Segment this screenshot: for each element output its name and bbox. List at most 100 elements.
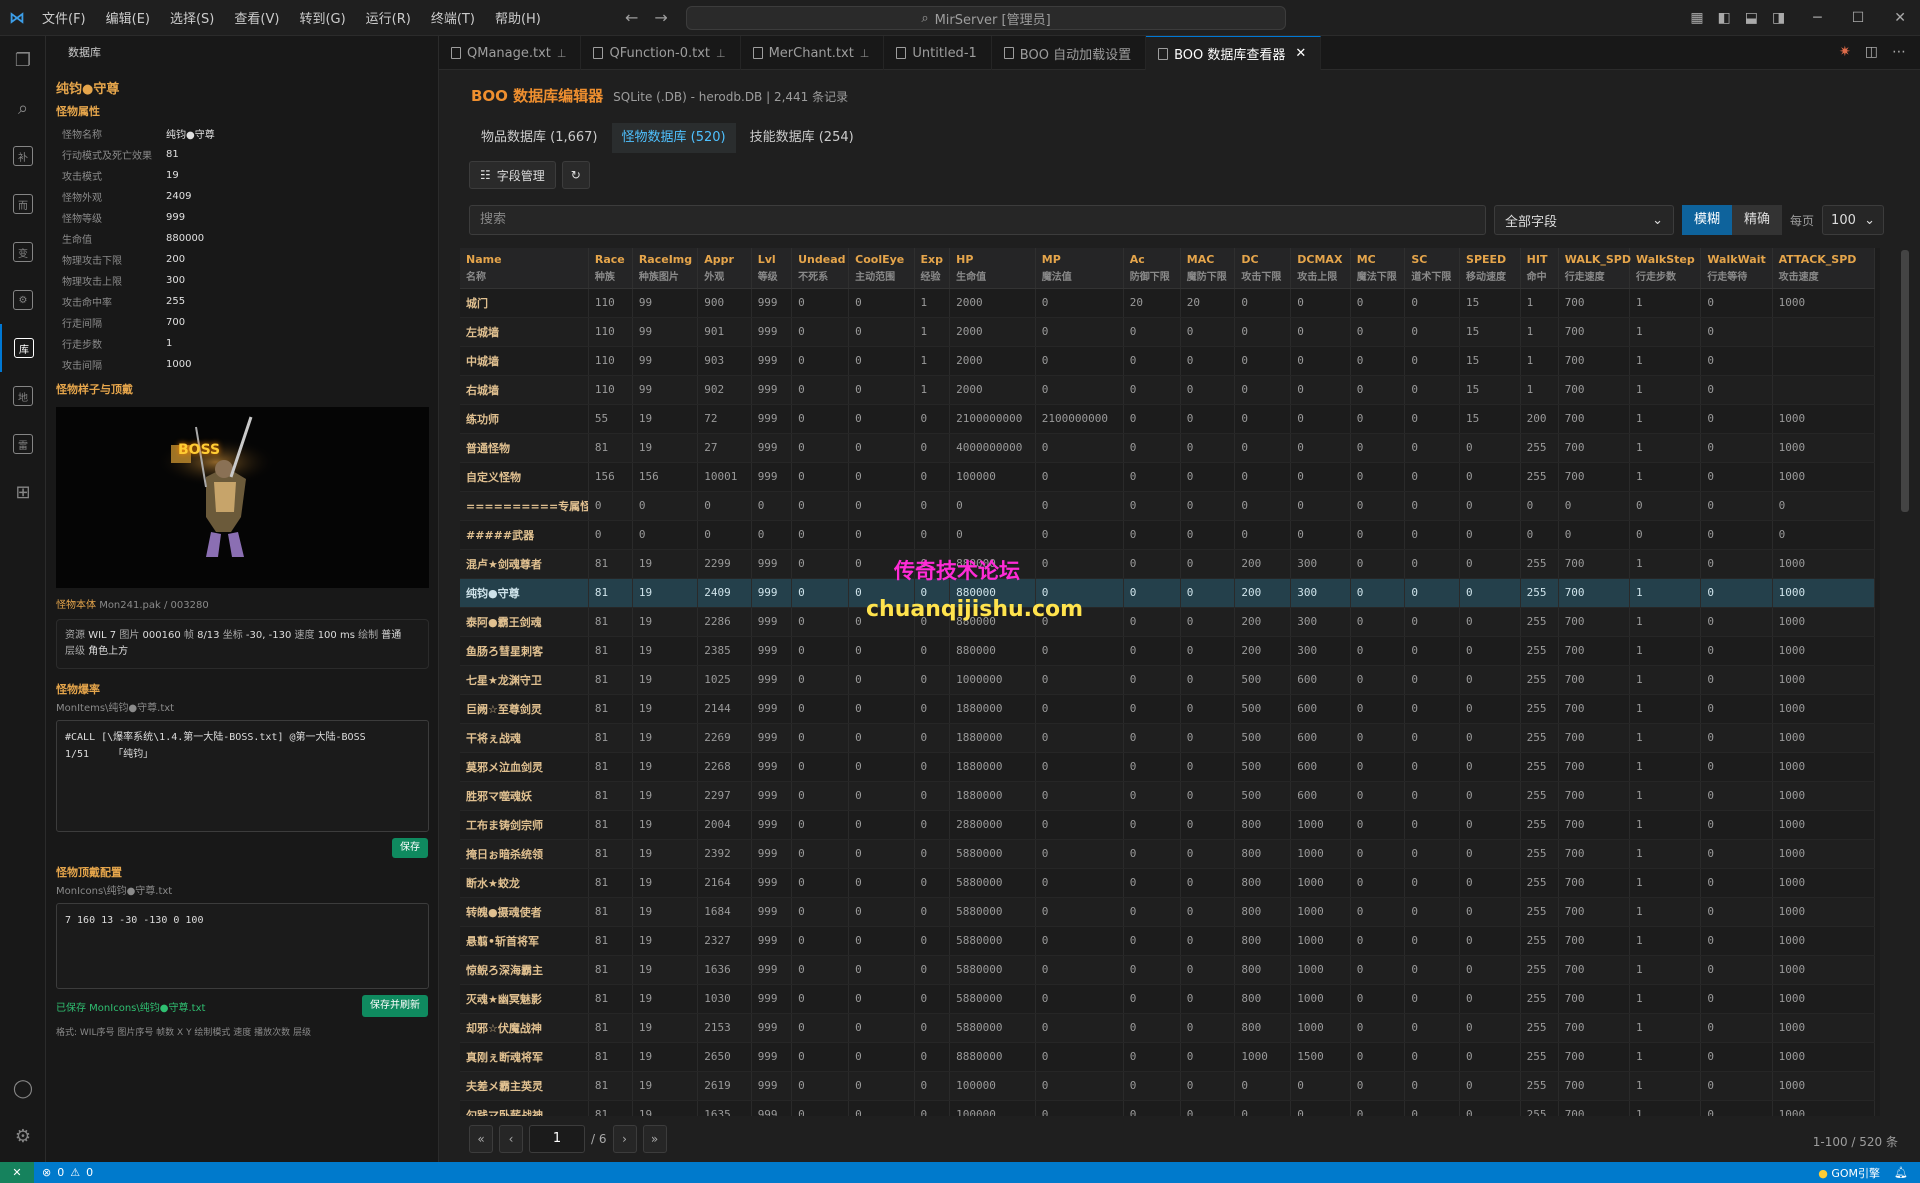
table-cell[interactable]: 999 — [751, 1100, 793, 1116]
table-cell[interactable]: 0 — [1459, 1071, 1521, 1101]
table-cell[interactable]: 0 — [848, 955, 915, 985]
table-cell[interactable]: 1 — [1629, 578, 1702, 608]
table-cell[interactable]: 81 — [588, 868, 633, 898]
table-cell[interactable]: 0 — [1700, 1042, 1773, 1072]
table-cell[interactable]: 0 — [1404, 1042, 1461, 1072]
table-cell[interactable]: 99 — [632, 346, 699, 376]
per-page-select[interactable]: 100 ⌄ — [1822, 205, 1885, 235]
table-cell[interactable]: 1000 — [1290, 1013, 1351, 1043]
table-cell[interactable]: 81 — [588, 694, 633, 724]
toggle-panel-icon[interactable]: ⬓ — [1745, 10, 1758, 26]
table-cell[interactable]: 1 — [1629, 1071, 1702, 1101]
table-cell[interactable]: 0 — [1035, 839, 1124, 869]
table-cell[interactable]: 0 — [791, 491, 850, 521]
cell-name[interactable]: 莫邪メ泣血剑灵 — [460, 752, 589, 782]
table-cell[interactable]: 600 — [1290, 665, 1351, 695]
table-cell[interactable]: 0 — [791, 375, 850, 405]
table-cell[interactable]: 700 — [1558, 897, 1631, 927]
table-cell[interactable]: 0 — [1123, 926, 1181, 956]
table-cell[interactable]: 0 — [1459, 839, 1521, 869]
cell-name[interactable]: 巨阙☆至尊剑灵 — [460, 694, 589, 724]
table-cell[interactable]: 0 — [1459, 723, 1521, 753]
table-cell[interactable]: 0 — [1180, 984, 1236, 1014]
table-cell[interactable]: 1 — [1629, 1100, 1702, 1116]
table-cell[interactable]: 19 — [632, 723, 699, 753]
table-cell[interactable]: 81 — [588, 723, 633, 753]
table-cell[interactable]: 0 — [1180, 491, 1236, 521]
table-cell[interactable]: 0 — [1459, 694, 1521, 724]
close-window-icon[interactable]: ✕ — [1894, 10, 1906, 26]
table-cell[interactable]: 2385 — [697, 636, 752, 666]
table-cell[interactable]: 1 — [1629, 607, 1702, 637]
column-header[interactable]: DC 攻击下限 — [1234, 248, 1292, 289]
split-editor-icon[interactable]: ◫ — [1865, 44, 1878, 60]
table-cell[interactable]: 500 — [1234, 752, 1292, 782]
table-cell[interactable]: 0 — [791, 665, 850, 695]
table-cell[interactable]: 0 — [1404, 549, 1461, 579]
table-cell[interactable]: 0 — [1350, 462, 1406, 492]
table-cell[interactable]: 0 — [1459, 897, 1521, 927]
table-cell[interactable]: 0 — [1404, 955, 1461, 985]
table-cell[interactable]: 0 — [1035, 752, 1124, 782]
table-cell[interactable]: 0 — [1290, 317, 1351, 347]
table-row[interactable]: 却邪☆伏魔战神 81 19 2153 999 0 0 0 5880000 0 0 0 800 1000 0 0… — [460, 1013, 1876, 1043]
table-cell[interactable]: 0 — [791, 897, 850, 927]
table-cell[interactable]: 0 — [1700, 868, 1773, 898]
table-cell[interactable]: 0 — [848, 520, 915, 550]
table-cell[interactable]: 255 — [1520, 1013, 1559, 1043]
table-cell[interactable]: 0 — [1035, 665, 1124, 695]
table-cell[interactable]: 20 — [1123, 288, 1181, 318]
table-cell[interactable]: 0 — [914, 1013, 951, 1043]
table-cell[interactable]: 19 — [632, 636, 699, 666]
table-cell[interactable]: 0 — [1700, 1071, 1773, 1101]
table-cell[interactable]: 1000 — [1772, 404, 1876, 434]
table-cell[interactable]: 2269 — [697, 723, 752, 753]
table-cell[interactable]: 2619 — [697, 1071, 752, 1101]
table-cell[interactable]: 255 — [1520, 694, 1559, 724]
table-cell[interactable]: 800 — [1234, 810, 1292, 840]
table-cell[interactable]: 19 — [632, 926, 699, 956]
table-cell[interactable]: 0 — [1123, 1071, 1181, 1101]
layout-icon[interactable]: ▦ — [1690, 10, 1703, 26]
table-cell[interactable]: 0 — [791, 288, 850, 318]
editor-tab[interactable]: QManage.txt ⊥ — [439, 36, 582, 70]
table-cell[interactable]: 0 — [1180, 375, 1236, 405]
editor-tab[interactable]: QFunction-0.txt ⊥ — [581, 36, 741, 70]
table-cell[interactable]: 0 — [914, 839, 951, 869]
table-cell[interactable]: 1000 — [1772, 607, 1876, 637]
table-cell[interactable]: 700 — [1558, 839, 1631, 869]
table-cell[interactable]: 0 — [1629, 491, 1702, 521]
table-cell[interactable]: 0 — [1290, 346, 1351, 376]
table-cell[interactable]: 0 — [588, 491, 633, 521]
table-cell[interactable]: 0 — [1350, 549, 1406, 579]
table-cell[interactable]: 999 — [751, 810, 793, 840]
extension-f-icon[interactable]: 雷 — [0, 420, 46, 468]
table-cell[interactable]: 0 — [848, 781, 915, 811]
column-header[interactable]: MC 魔法下限 — [1350, 248, 1406, 289]
extension-a-icon[interactable]: 补 — [0, 132, 46, 180]
table-cell[interactable]: 0 — [791, 317, 850, 347]
table-cell[interactable]: 0 — [1035, 288, 1124, 318]
table-cell[interactable]: 1 — [1629, 781, 1702, 811]
table-cell[interactable]: 81 — [588, 955, 633, 985]
pin-icon[interactable]: ⊥ — [860, 47, 870, 60]
table-cell[interactable]: 0 — [1123, 520, 1181, 550]
table-cell[interactable]: 999 — [751, 1013, 793, 1043]
table-cell[interactable]: 81 — [588, 984, 633, 1014]
table-cell[interactable]: 0 — [1700, 549, 1773, 579]
column-header[interactable]: ATTACK_SPD 攻击速度 — [1772, 248, 1876, 289]
table-cell[interactable]: 5880000 — [949, 839, 1036, 869]
table-cell[interactable]: 700 — [1558, 288, 1631, 318]
table-cell[interactable]: 0 — [1404, 346, 1461, 376]
table-cell[interactable]: 0 — [914, 752, 951, 782]
table-cell[interactable]: 1030 — [697, 984, 752, 1014]
table-cell[interactable]: 0 — [1123, 317, 1181, 347]
table-cell[interactable]: 2000 — [949, 375, 1036, 405]
table-cell[interactable]: 255 — [1520, 607, 1559, 637]
table-cell[interactable]: 0 — [1180, 433, 1236, 463]
table-cell[interactable]: 81 — [588, 665, 633, 695]
database-icon[interactable]: 库 — [0, 324, 46, 372]
table-cell[interactable]: 700 — [1558, 317, 1631, 347]
table-cell[interactable]: 19 — [632, 404, 699, 434]
table-cell[interactable]: 0 — [914, 897, 951, 927]
